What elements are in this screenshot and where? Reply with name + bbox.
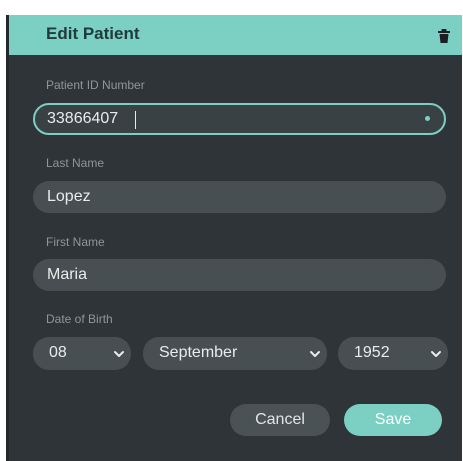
dob-month-select[interactable]: September — [143, 337, 327, 370]
trash-icon[interactable] — [436, 28, 452, 44]
dob-label: Date of Birth — [46, 312, 113, 326]
dialog-title: Edit Patient — [46, 24, 140, 43]
last-name-field[interactable] — [33, 181, 446, 213]
chevron-down-icon — [431, 351, 441, 357]
dob-month-value: September — [159, 344, 238, 361]
edit-patient-dialog: Edit Patient Patient ID Number Last Name… — [9, 15, 462, 461]
patient-id-input[interactable] — [47, 105, 407, 133]
dob-year-select[interactable]: 1952 — [338, 337, 448, 370]
patient-id-label: Patient ID Number — [46, 78, 145, 92]
first-name-input[interactable] — [47, 259, 407, 291]
save-button[interactable]: Save — [344, 404, 442, 436]
chevron-down-icon — [310, 351, 320, 357]
dialog-header: Edit Patient — [9, 15, 462, 55]
patient-id-field[interactable] — [33, 103, 446, 135]
last-name-input[interactable] — [47, 181, 407, 213]
first-name-field[interactable] — [33, 259, 446, 291]
dob-year-value: 1952 — [354, 344, 390, 361]
cancel-button[interactable]: Cancel — [230, 404, 330, 436]
last-name-label: Last Name — [46, 156, 105, 170]
chevron-down-icon — [114, 351, 124, 357]
dob-day-select[interactable]: 08 — [33, 337, 131, 370]
text-cursor — [135, 111, 136, 129]
status-dot-icon — [425, 116, 430, 121]
first-name-label: First Name — [46, 235, 105, 249]
dob-day-value: 08 — [49, 344, 67, 361]
